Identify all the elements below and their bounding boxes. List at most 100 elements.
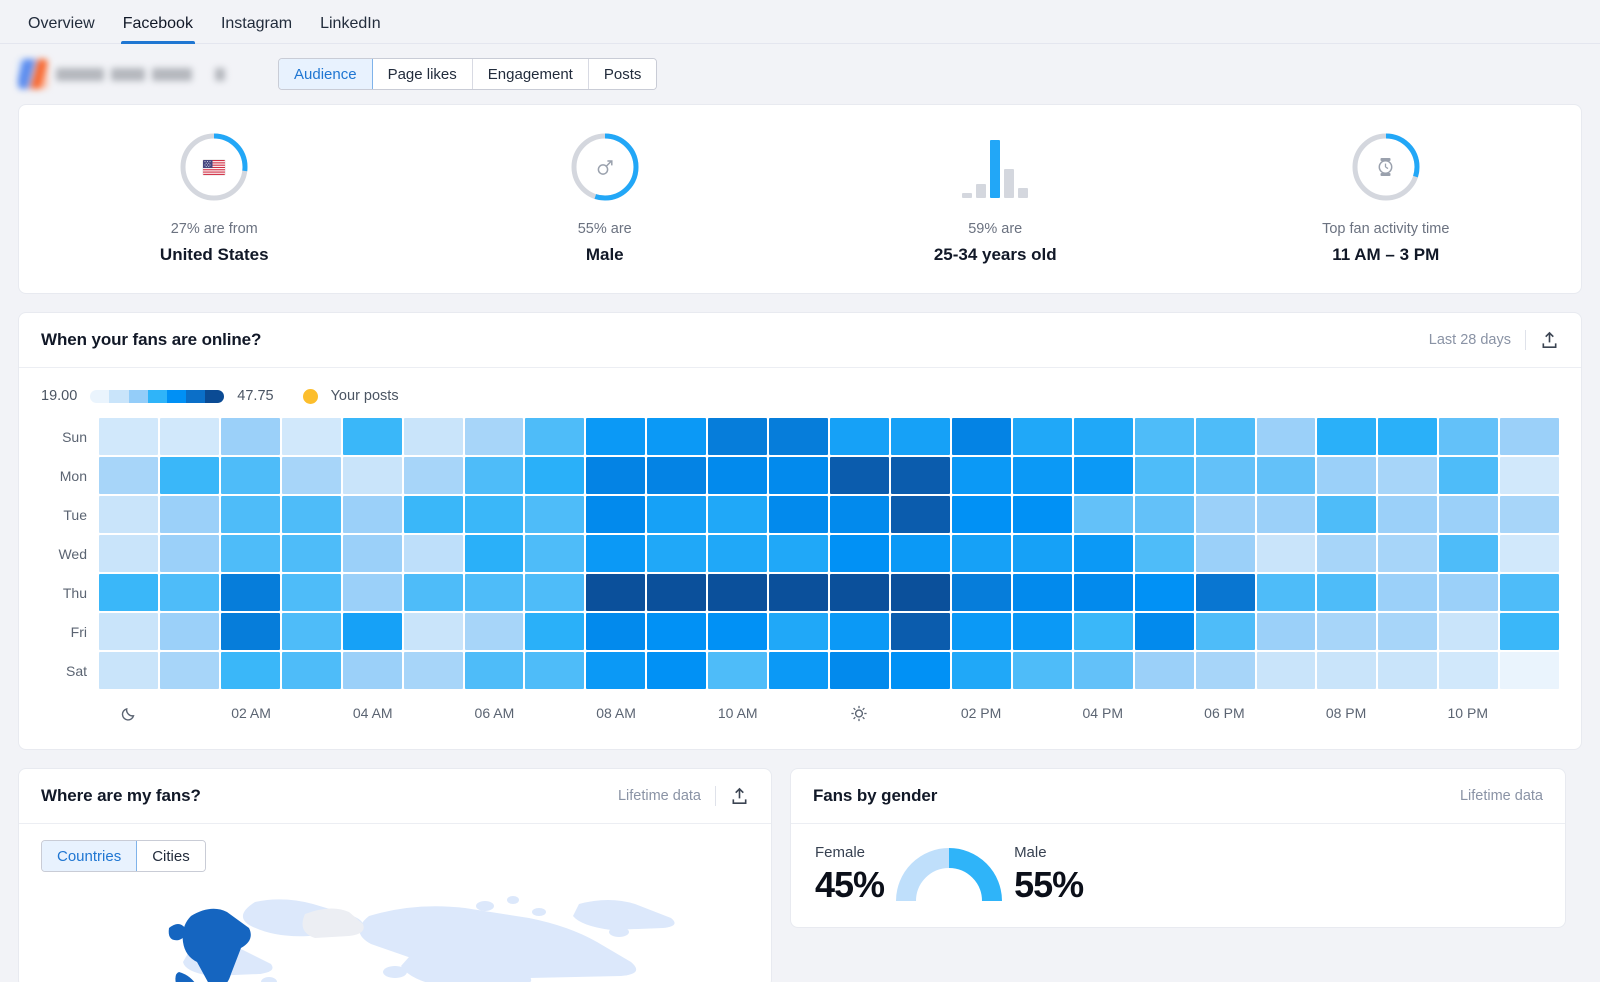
heatmap-cell[interactable] [1378, 613, 1437, 650]
heatmap-cell[interactable] [1378, 652, 1437, 689]
heatmap-cell[interactable] [525, 496, 584, 533]
heatmap-cell[interactable] [1074, 574, 1133, 611]
heatmap-cell[interactable] [221, 574, 280, 611]
heatmap-cell[interactable] [769, 652, 828, 689]
heatmap-cell[interactable] [769, 496, 828, 533]
heatmap-cell[interactable] [1074, 535, 1133, 572]
heatmap-cell[interactable] [586, 496, 645, 533]
export-icon[interactable] [730, 787, 749, 806]
heatmap-cell[interactable] [586, 418, 645, 455]
heatmap-cell[interactable] [525, 613, 584, 650]
nav-tab-overview[interactable]: Overview [14, 16, 109, 43]
heatmap-cell[interactable] [99, 457, 158, 494]
heatmap-cell[interactable] [525, 457, 584, 494]
heatmap-cell[interactable] [282, 535, 341, 572]
export-icon[interactable] [1540, 331, 1559, 350]
heatmap-cell[interactable] [1500, 652, 1559, 689]
heatmap-cell[interactable] [1135, 535, 1194, 572]
heatmap-cell[interactable] [1500, 457, 1559, 494]
tab-audience[interactable]: Audience [279, 59, 373, 89]
heatmap-cell[interactable] [404, 652, 463, 689]
heatmap-cell[interactable] [465, 496, 524, 533]
heatmap-cell[interactable] [1074, 652, 1133, 689]
nav-tab-linkedin[interactable]: LinkedIn [306, 16, 395, 43]
heatmap-cell[interactable] [586, 457, 645, 494]
heatmap-cell[interactable] [160, 457, 219, 494]
heatmap-cell[interactable] [343, 418, 402, 455]
heatmap-cell[interactable] [1013, 652, 1072, 689]
heatmap-cell[interactable] [952, 457, 1011, 494]
heatmap-cell[interactable] [1500, 613, 1559, 650]
heatmap-cell[interactable] [99, 652, 158, 689]
heatmap-cell[interactable] [465, 613, 524, 650]
heatmap-cell[interactable] [769, 574, 828, 611]
heatmap-cell[interactable] [1013, 496, 1072, 533]
heatmap-cell[interactable] [952, 613, 1011, 650]
heatmap-cell[interactable] [343, 496, 402, 533]
heatmap-cell[interactable] [1257, 574, 1316, 611]
heatmap-cell[interactable] [1257, 496, 1316, 533]
heatmap-cell[interactable] [160, 574, 219, 611]
heatmap-cell[interactable] [1135, 652, 1194, 689]
heatmap-cell[interactable] [525, 418, 584, 455]
heatmap-cell[interactable] [1196, 574, 1255, 611]
heatmap-cell[interactable] [1378, 574, 1437, 611]
heatmap-cell[interactable] [1135, 457, 1194, 494]
heatmap-cell[interactable] [1500, 496, 1559, 533]
heatmap-cell[interactable] [1317, 418, 1376, 455]
heatmap-cell[interactable] [282, 457, 341, 494]
heatmap-cell[interactable] [343, 613, 402, 650]
heatmap-cell[interactable] [1500, 574, 1559, 611]
heatmap-cell[interactable] [1378, 535, 1437, 572]
heatmap-cell[interactable] [1317, 535, 1376, 572]
tab-posts[interactable]: Posts [589, 59, 657, 89]
heatmap-cell[interactable] [343, 535, 402, 572]
heatmap-cell[interactable] [1378, 418, 1437, 455]
heatmap-cell[interactable] [891, 652, 950, 689]
heatmap-cell[interactable] [160, 418, 219, 455]
heatmap-cell[interactable] [586, 574, 645, 611]
heatmap-cell[interactable] [708, 574, 767, 611]
heatmap-cell[interactable] [1135, 496, 1194, 533]
heatmap-cell[interactable] [830, 574, 889, 611]
heatmap-cell[interactable] [830, 613, 889, 650]
heatmap-cell[interactable] [465, 574, 524, 611]
heatmap-cell[interactable] [1439, 652, 1498, 689]
heatmap-cell[interactable] [769, 535, 828, 572]
heatmap-cell[interactable] [221, 457, 280, 494]
heatmap-cell[interactable] [1257, 652, 1316, 689]
heatmap-cell[interactable] [769, 418, 828, 455]
heatmap-cell[interactable] [1196, 418, 1255, 455]
heatmap-cell[interactable] [99, 418, 158, 455]
heatmap-cell[interactable] [952, 418, 1011, 455]
heatmap-cell[interactable] [525, 652, 584, 689]
heatmap-cell[interactable] [891, 418, 950, 455]
heatmap-cell[interactable] [282, 613, 341, 650]
heatmap-cell[interactable] [282, 652, 341, 689]
heatmap-cell[interactable] [343, 457, 402, 494]
tab-engagement[interactable]: Engagement [473, 59, 589, 89]
heatmap-cell[interactable] [1439, 535, 1498, 572]
heatmap-cell[interactable] [1196, 496, 1255, 533]
heatmap-cell[interactable] [1257, 535, 1316, 572]
heatmap-cell[interactable] [1074, 613, 1133, 650]
heatmap-cell[interactable] [404, 535, 463, 572]
heatmap-cell[interactable] [891, 535, 950, 572]
nav-tab-facebook[interactable]: Facebook [109, 16, 207, 43]
heatmap-cell[interactable] [708, 652, 767, 689]
heatmap-cell[interactable] [891, 496, 950, 533]
heatmap-cell[interactable] [1439, 496, 1498, 533]
heatmap-cell[interactable] [1013, 418, 1072, 455]
heatmap-cell[interactable] [1074, 496, 1133, 533]
heatmap-cell[interactable] [891, 457, 950, 494]
heatmap-cell[interactable] [708, 457, 767, 494]
heatmap-cell[interactable] [1439, 613, 1498, 650]
heatmap-cell[interactable] [1013, 613, 1072, 650]
heatmap-cell[interactable] [830, 457, 889, 494]
heatmap-cell[interactable] [830, 652, 889, 689]
heatmap-cell[interactable] [221, 496, 280, 533]
heatmap-cell[interactable] [221, 613, 280, 650]
heatmap-cell[interactable] [647, 535, 706, 572]
heatmap-cell[interactable] [647, 418, 706, 455]
heatmap-cell[interactable] [830, 418, 889, 455]
